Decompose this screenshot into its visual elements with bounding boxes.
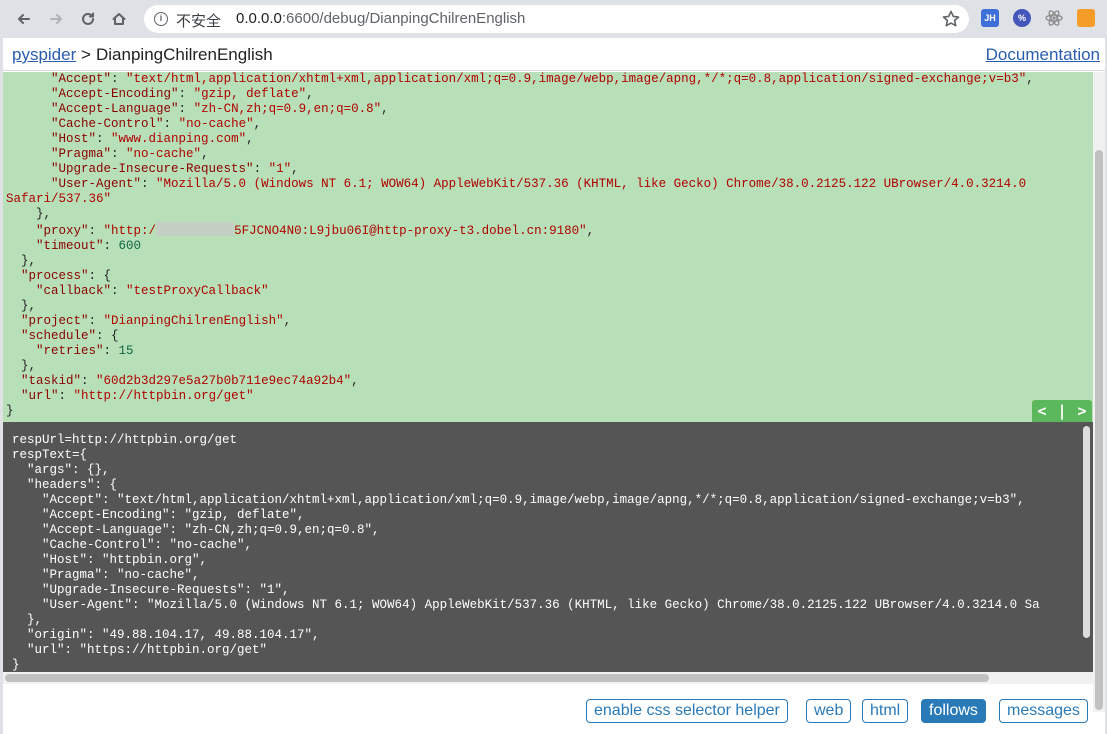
project-key: "project" [21,314,89,328]
arrow-right-icon [50,14,62,24]
home-button[interactable] [106,6,132,32]
timeout-value: 600 [118,239,142,253]
forward-button[interactable] [43,6,69,32]
task-json: "Accept": "text/html,application/xhtml+x… [6,72,1034,418]
debug-footer: enable css selector helper web html foll… [3,684,1093,734]
output-line: "Accept-Encoding": "gzip, deflate", [12,508,305,522]
page-header: pyspider > DianpingChilrenEnglish Docume… [3,38,1105,71]
output-line: respText={ [12,448,88,462]
url-text[interactable]: 0.0.0.0:6600/debug/DianpingChilrenEnglis… [236,10,525,27]
header-line: "Host": "www.dianping.com", [51,132,254,146]
callback-key: "callback" [36,284,112,298]
proxy-value: "http:/5FJCNO4N0:L9jbu06I@http-proxy-t3.… [103,222,587,238]
redacted-block [156,222,235,236]
taskid-value: "60d2b3d297e5a27b0b711e9ec74a92b4" [96,374,352,388]
project-title: DianpingChilrenEnglish [96,45,273,64]
security-label: 不安全 [176,12,222,30]
result-pager: < | > [1032,400,1092,422]
star-icon[interactable] [941,9,961,29]
header-line: "Accept-Encoding": "gzip, deflate", [51,87,314,101]
header-line: "Cache-Control": "no-cache", [51,117,262,131]
pyspider-home-link[interactable]: pyspider [12,45,76,65]
browser-toolbar: i 不安全 0.0.0.0:6600/debug/DianpingChilren… [0,0,1107,38]
scrollbar-thumb[interactable] [1095,150,1103,710]
callback-value: "testProxyCallback" [126,284,269,298]
output-line: "Upgrade-Insecure-Requests": "1", [12,583,290,597]
result-output: respUrl=http://httpbin.org/get respText=… [12,433,1040,672]
output-line: "Accept": "text/html,application/xhtml+x… [12,493,1025,507]
retries-value: 15 [118,344,134,358]
reload-icon [82,12,94,25]
extension-badge-icon[interactable]: % [1013,9,1031,27]
react-devtools-icon[interactable] [1045,9,1063,27]
output-line: }, [12,613,43,627]
user-agent-tail: Safari/537.36" [6,192,112,206]
output-line: respUrl=http://httpbin.org/get [12,433,238,447]
output-line: "headers": { [12,478,118,492]
pager-separator: | [1057,402,1067,420]
debug-page: pyspider > DianpingChilrenEnglish Docume… [3,38,1105,734]
task-json-panel[interactable]: "Accept": "text/html,application/xhtml+x… [3,72,1093,422]
url-value: "http://httpbin.org/get" [73,389,254,403]
header-line: "Pragma": "no-cache", [51,147,209,161]
back-button[interactable] [11,6,37,32]
html-tab[interactable]: html [862,699,909,723]
taskid-key: "taskid" [21,374,82,388]
schedule-key: "schedule" [21,329,97,343]
scrollbar-thumb[interactable] [5,674,989,682]
documentation-link[interactable]: Documentation [986,45,1100,65]
home-icon [112,13,126,25]
url-path: :6600/debug/DianpingChilrenEnglish [281,10,526,27]
output-line: } [12,658,20,672]
output-line: "User-Agent": "Mozilla/5.0 (Windows NT 6… [12,598,1040,612]
output-line: "Host": "httpbin.org", [12,553,208,567]
messages-tab[interactable]: messages [999,699,1088,723]
output-line: "origin": "49.88.104.17, 49.88.104.17", [12,628,320,642]
output-line: "Pragma": "no-cache", [12,568,200,582]
timeout-key: "timeout" [36,239,104,253]
scrollbar-thumb[interactable] [1083,426,1090,638]
result-output-panel[interactable]: respUrl=http://httpbin.org/get respText=… [3,422,1081,672]
reload-button[interactable] [75,6,101,32]
header-line: "Accept-Language": "zh-CN,zh;q=0.9,en;q=… [51,102,389,116]
prev-result-button[interactable]: < [1037,402,1046,420]
proxy-key: "proxy" [36,224,89,238]
output-line: "args": {}, [12,463,110,477]
url-key: "url" [21,389,59,403]
header-line: "Upgrade-Insecure-Requests": "1", [51,162,299,176]
retries-key: "retries" [36,344,104,358]
orange-extension-icon[interactable] [1077,9,1095,27]
arrow-left-icon [18,14,30,24]
info-icon[interactable]: i [154,12,168,26]
process-key: "process" [21,269,89,283]
jh-extension-icon[interactable]: JH [981,9,999,27]
breadcrumb-separator: > [81,45,91,64]
result-vertical-scrollbar[interactable] [1081,422,1093,672]
output-line: "Accept-Language": "zh-CN,zh;q=0.9,en;q=… [12,523,380,537]
url-host: 0.0.0.0 [236,10,282,27]
task-panel-scrollbar[interactable] [1093,72,1105,712]
css-selector-helper-button[interactable]: enable css selector helper [586,699,788,723]
output-line: "url": "https://httpbin.org/get" [12,643,268,657]
next-result-button[interactable]: > [1077,402,1086,420]
result-horizontal-scrollbar[interactable] [3,672,1093,684]
header-line: "User-Agent": "Mozilla/5.0 (Windows NT 6… [51,177,1027,191]
address-bar[interactable]: i 不安全 0.0.0.0:6600/debug/DianpingChilren… [144,5,969,33]
project-value: "DianpingChilrenEnglish" [103,314,284,328]
follows-tab[interactable]: follows [921,699,986,723]
web-tab[interactable]: web [806,699,852,723]
header-line: "Accept": "text/html,application/xhtml+x… [51,72,1034,86]
output-line: "Cache-Control": "no-cache", [12,538,253,552]
